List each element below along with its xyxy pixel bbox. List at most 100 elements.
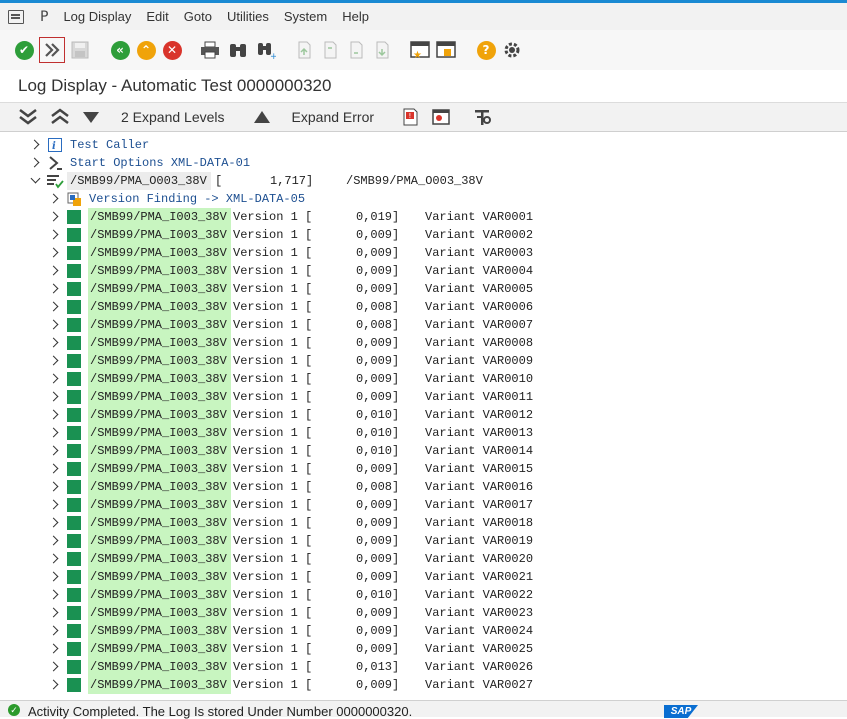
tree-row-program[interactable]: /SMB99/PMA_O003_38V [ 1,717] /SMB99/PMA_… <box>0 172 847 190</box>
collapse-subtree-button[interactable] <box>253 108 271 126</box>
expand-chevron-icon[interactable] <box>48 355 59 366</box>
back-button[interactable]: « <box>109 39 131 61</box>
menu-log-display[interactable]: Log Display <box>63 9 131 24</box>
find-next-button[interactable]: + <box>255 39 277 61</box>
tree-row-version[interactable]: /SMB99/PMA_I003_38V Version 1 [0,009] Vari… <box>0 226 847 244</box>
tree-row-version[interactable]: /SMB99/PMA_I003_38V Version 1 [0,009] Vari… <box>0 568 847 586</box>
expand-chevron-icon[interactable] <box>48 589 59 600</box>
expand-chevron-icon[interactable] <box>29 157 40 168</box>
tree-row-version[interactable]: /SMB99/PMA_I003_38V Version 1 [0,009] Vari… <box>0 676 847 694</box>
tree-row-version-finding[interactable]: Version Finding -> XML-DATA-05 <box>0 190 847 208</box>
tree-row-version[interactable]: /SMB99/PMA_I003_38V Version 1 [0,009] Vari… <box>0 334 847 352</box>
help-button[interactable]: ? <box>475 39 497 61</box>
expand-chevron-icon[interactable] <box>48 571 59 582</box>
menu-utilities[interactable]: Utilities <box>227 9 269 24</box>
expand-chevron-icon[interactable] <box>48 373 59 384</box>
tree-row-version[interactable]: /SMB99/PMA_I003_38V Version 1 [0,009] Vari… <box>0 640 847 658</box>
expand-chevron-icon[interactable] <box>48 301 59 312</box>
expand-chevron-icon[interactable] <box>48 391 59 402</box>
message-window-button[interactable] <box>431 107 451 127</box>
tree-row-version[interactable]: /SMB99/PMA_I003_38V Version 1 [0,010] Vari… <box>0 442 847 460</box>
tree-row-version[interactable]: /SMB99/PMA_I003_38V Version 1 [0,010] Vari… <box>0 406 847 424</box>
status-green-square-icon <box>67 354 81 368</box>
tree-row-version[interactable]: /SMB99/PMA_I003_38V Version 1 [0,009] Vari… <box>0 514 847 532</box>
generate-shortcut-button[interactable] <box>435 39 457 61</box>
expand-chevron-icon[interactable] <box>48 427 59 438</box>
print-button[interactable] <box>199 39 221 61</box>
next-page-button[interactable] <box>345 39 367 61</box>
expand-chevron-icon[interactable] <box>48 553 59 564</box>
tree-row-version[interactable]: /SMB99/PMA_I003_38V Version 1 [0,019] Vari… <box>0 208 847 226</box>
collapse-all-button[interactable] <box>50 108 70 126</box>
expand-chevron-icon[interactable] <box>48 535 59 546</box>
tree-row-version[interactable]: /SMB99/PMA_I003_38V Version 1 [0,009] Vari… <box>0 496 847 514</box>
save-button[interactable] <box>69 39 91 61</box>
customize-layout-button[interactable] <box>501 39 523 61</box>
expand-chevron-icon[interactable] <box>48 265 59 276</box>
expand-subtree-button[interactable] <box>82 108 100 126</box>
collapse-chevron-icon[interactable] <box>30 173 41 184</box>
tree-row-version[interactable]: /SMB99/PMA_I003_38V Version 1 [0,009] Vari… <box>0 352 847 370</box>
menu-p-icon[interactable]: P <box>40 9 48 25</box>
first-page-button[interactable] <box>293 39 315 61</box>
command-field-toggle[interactable] <box>39 37 65 63</box>
enter-button[interactable]: ✔ <box>13 39 35 61</box>
tree-row-version[interactable]: /SMB99/PMA_I003_38V Version 1 [0,009] Vari… <box>0 370 847 388</box>
expand-chevron-icon[interactable] <box>48 517 59 528</box>
expand-all-button[interactable] <box>18 108 38 126</box>
tree-row-test-caller[interactable]: i Test Caller <box>0 136 847 154</box>
tree-row-version[interactable]: /SMB99/PMA_I003_38V Version 1 [0,009] Vari… <box>0 280 847 298</box>
last-page-button[interactable] <box>371 39 393 61</box>
expand-chevron-icon[interactable] <box>48 499 59 510</box>
technical-details-button[interactable] <box>473 107 493 127</box>
tree-row-version[interactable]: /SMB99/PMA_I003_38V Version 1 [0,009] Vari… <box>0 604 847 622</box>
tree-row-version[interactable]: /SMB99/PMA_I003_38V Version 1 [0,009] Vari… <box>0 388 847 406</box>
tree-row-version[interactable]: /SMB99/PMA_I003_38V Version 1 [0,010] Vari… <box>0 586 847 604</box>
expand-chevron-icon[interactable] <box>48 409 59 420</box>
tree-row-version[interactable]: /SMB99/PMA_I003_38V Version 1 [0,009] Vari… <box>0 622 847 640</box>
expand-chevron-icon[interactable] <box>48 445 59 456</box>
tree-row-version[interactable]: /SMB99/PMA_I003_38V Version 1 [0,009] Vari… <box>0 532 847 550</box>
menu-system[interactable]: System <box>284 9 327 24</box>
expand-chevron-icon[interactable] <box>48 643 59 654</box>
menu-edit[interactable]: Edit <box>146 9 168 24</box>
expand-chevron-icon[interactable] <box>48 247 59 258</box>
tree-row-version[interactable]: /SMB99/PMA_I003_38V Version 1 [0,008] Vari… <box>0 298 847 316</box>
error-display-button[interactable]: ! <box>401 107 421 127</box>
find-button[interactable] <box>227 39 249 61</box>
expand-error-button[interactable]: Expand Error <box>292 109 374 125</box>
expand-chevron-icon[interactable] <box>48 319 59 330</box>
expand-chevron-icon[interactable] <box>48 283 59 294</box>
tree-row-version[interactable]: /SMB99/PMA_I003_38V Version 1 [0,009] Vari… <box>0 460 847 478</box>
tree-row-version[interactable]: /SMB99/PMA_I003_38V Version 1 [0,008] Vari… <box>0 316 847 334</box>
previous-page-button[interactable] <box>319 39 341 61</box>
expand-chevron-icon[interactable] <box>48 625 59 636</box>
expand-chevron-icon[interactable] <box>29 139 40 150</box>
tree-row-version[interactable]: /SMB99/PMA_I003_38V Version 1 [0,010] Vari… <box>0 424 847 442</box>
expand-chevron-icon[interactable] <box>48 661 59 672</box>
expand-chevron-icon[interactable] <box>48 679 59 690</box>
tree-row-version[interactable]: /SMB99/PMA_I003_38V Version 1 [0,008] Vari… <box>0 478 847 496</box>
expand-chevron-icon[interactable] <box>48 481 59 492</box>
expand-chevron-icon[interactable] <box>48 193 59 204</box>
tree-row-start-options[interactable]: Start Options XML-DATA-01 <box>0 154 847 172</box>
tree-row-version[interactable]: /SMB99/PMA_I003_38V Version 1 [0,009] Vari… <box>0 262 847 280</box>
exit-button[interactable]: ⌃ <box>135 39 157 61</box>
tree-row-version[interactable]: /SMB99/PMA_I003_38V Version 1 [0,009] Vari… <box>0 244 847 262</box>
menu-goto[interactable]: Goto <box>184 9 212 24</box>
expand-levels-button[interactable]: 2 Expand Levels <box>121 109 225 125</box>
expand-chevron-icon[interactable] <box>48 337 59 348</box>
system-menu-icon[interactable] <box>8 9 24 24</box>
tree-row-version[interactable]: /SMB99/PMA_I003_38V Version 1 [0,013] Vari… <box>0 658 847 676</box>
tree-row-version[interactable]: /SMB99/PMA_I003_38V Version 1 [0,009] Vari… <box>0 550 847 568</box>
version-object-name: /SMB99/PMA_I003_38V <box>90 516 227 530</box>
expand-chevron-icon[interactable] <box>48 229 59 240</box>
expand-chevron-icon[interactable] <box>48 463 59 474</box>
last-page-icon <box>376 41 389 59</box>
cancel-button[interactable]: ✕ <box>161 39 183 61</box>
menu-help[interactable]: Help <box>342 9 369 24</box>
create-session-button[interactable]: ★ <box>409 39 431 61</box>
expand-chevron-icon[interactable] <box>48 211 59 222</box>
expand-chevron-icon[interactable] <box>48 607 59 618</box>
status-green-square-icon <box>67 678 81 692</box>
